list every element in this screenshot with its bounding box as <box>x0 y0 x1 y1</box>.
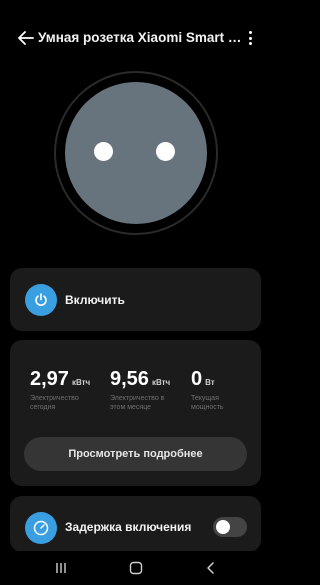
power-icon <box>35 293 47 306</box>
more-vertical-icon[interactable] <box>246 30 254 46</box>
nav-back-icon[interactable] <box>199 559 223 577</box>
delay-card: Задержка включения <box>10 496 261 552</box>
power-button[interactable] <box>25 284 57 316</box>
stat-today: 2,97 кВтч Электричество сегодня <box>30 368 92 412</box>
stat-month: 9,56 кВтч Электричество в этом месяце <box>110 368 172 412</box>
socket-face <box>65 82 207 224</box>
home-icon[interactable] <box>124 559 148 577</box>
timer-icon <box>33 520 49 536</box>
toggle-knob <box>216 520 230 534</box>
arrow-left-icon[interactable] <box>16 28 36 48</box>
stat-power-value: 0 <box>191 368 203 390</box>
page-title: Умная розетка Xiaomi Smart Pl... <box>38 30 244 45</box>
stat-today-caption: Электричество сегодня <box>30 395 79 411</box>
power-label: Включить <box>65 293 125 307</box>
delay-label: Задержка включения <box>65 520 192 534</box>
stat-today-value: 2,97 <box>30 368 69 390</box>
stat-month-caption: Электричество в этом месяце <box>110 395 165 411</box>
stat-month-value: 9,56 <box>110 368 149 390</box>
system-nav-bar <box>0 551 270 585</box>
stat-today-unit: кВтч <box>71 378 91 387</box>
energy-stats-card: 2,97 кВтч Электричество сегодня 9,56 кВтч … <box>10 340 261 486</box>
timer-button <box>25 512 57 544</box>
power-card[interactable]: Включить <box>10 268 261 331</box>
stat-power-caption: Текущая мощность <box>191 395 224 411</box>
stat-power: 0 Вт Текущая мощность <box>191 368 253 412</box>
socket-hole-left <box>94 142 113 161</box>
stat-month-unit: кВтч <box>151 378 171 387</box>
socket-hole-right <box>156 142 175 161</box>
top-bar: Умная розетка Xiaomi Smart Pl... <box>0 24 270 52</box>
stat-power-unit: Вт <box>205 378 215 387</box>
view-details-button[interactable]: Просмотреть подробнее <box>24 437 247 471</box>
delay-toggle[interactable] <box>213 517 247 537</box>
recents-icon[interactable] <box>49 559 73 577</box>
